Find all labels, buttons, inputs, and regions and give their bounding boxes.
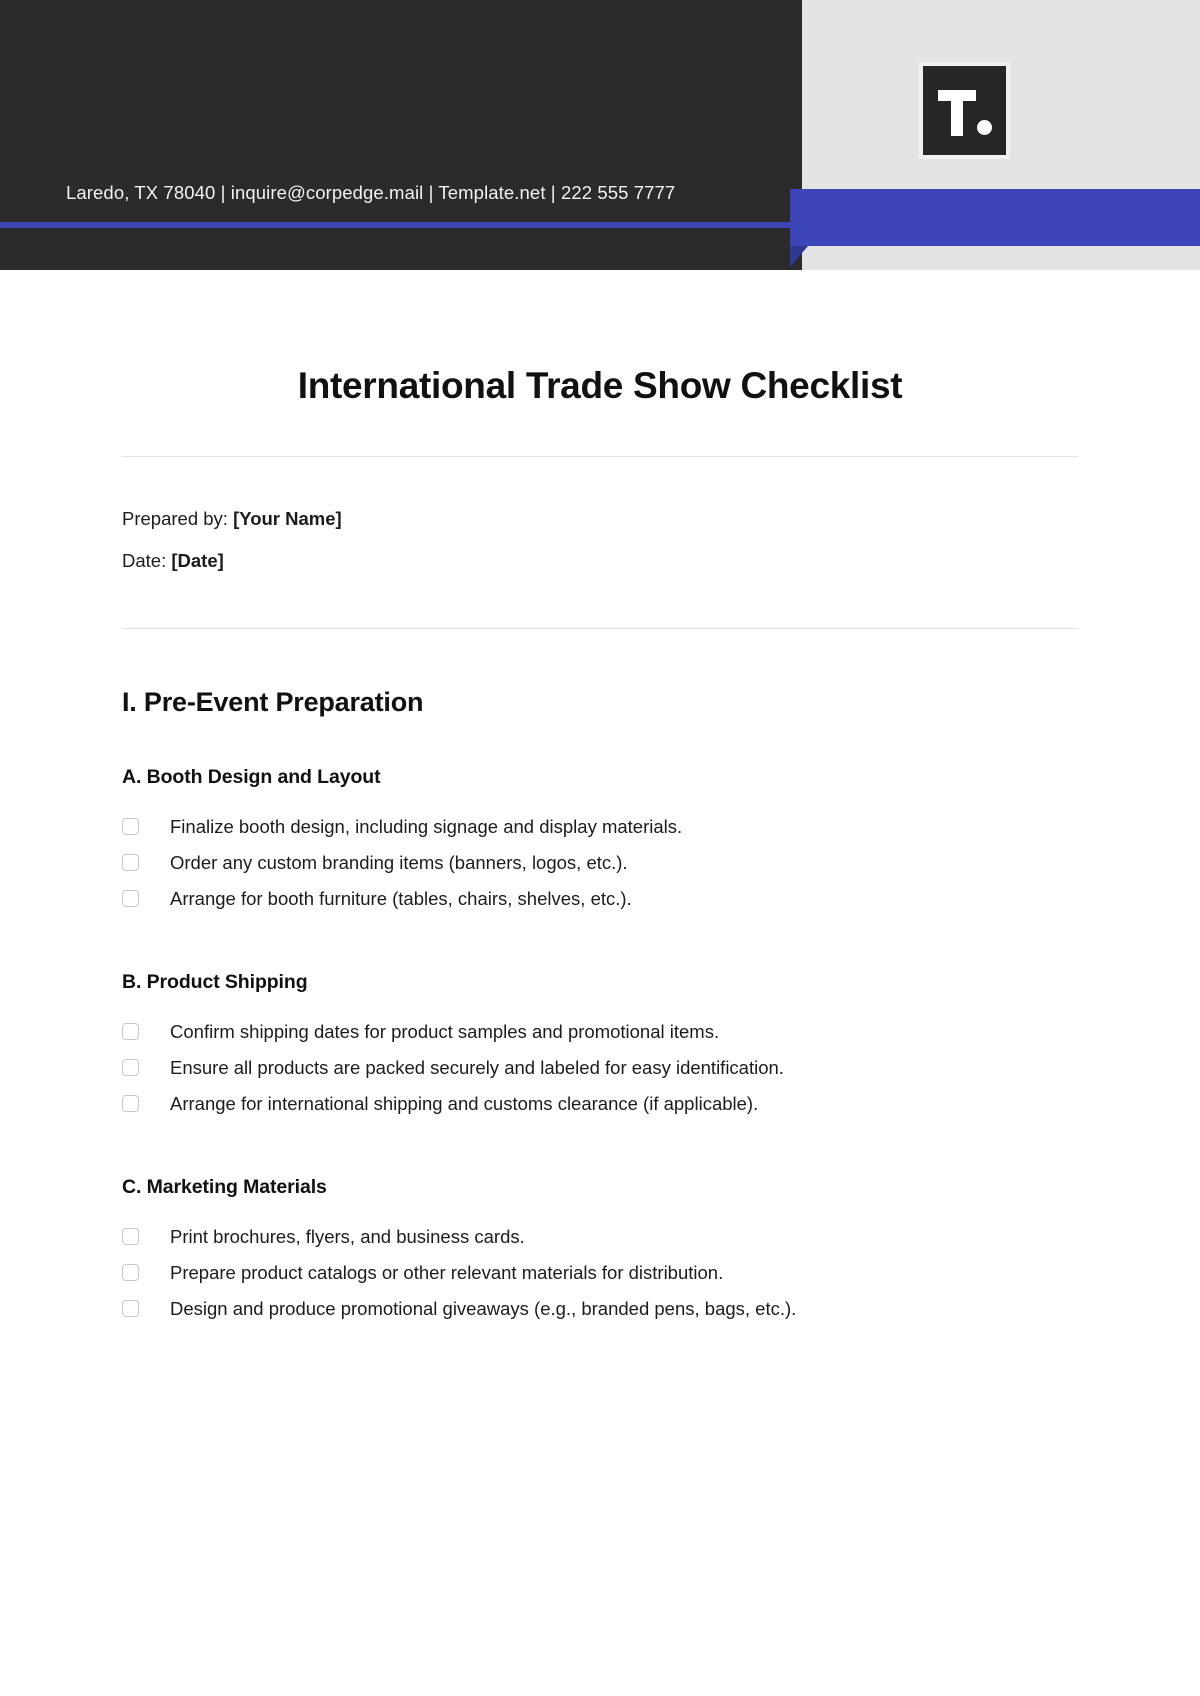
section-pre-event-preparation: I. Pre-Event Preparation A. Booth Design… [122,687,1078,1321]
meta-label-date: Date: [122,550,167,572]
checklist-item-label: Ensure all products are packed securely … [170,1057,784,1079]
subsection-marketing-materials: C. Marketing Materials Print brochures, … [122,1176,1078,1321]
subsection-heading: A. Booth Design and Layout [122,765,381,788]
checklist-item-label: Confirm shipping dates for product sampl… [170,1021,720,1043]
checklist-item[interactable]: Ensure all products are packed securely … [122,1056,1078,1080]
subsection-heading: B. Product Shipping [122,971,308,994]
checkbox-icon[interactable] [122,1023,139,1041]
checkbox-icon[interactable] [122,817,139,835]
checklist-item-label: Arrange for international shipping and c… [170,1093,759,1115]
checklist: Confirm shipping dates for product sampl… [122,1020,1078,1116]
checklist: Print brochures, flyers, and business ca… [122,1225,1078,1321]
checklist-item[interactable]: Design and produce promotional giveaways… [122,1297,1078,1321]
logo-icon [923,66,1006,155]
header-blue-rule [0,222,790,228]
document-meta: Prepared by: [Your Name] Date: [Date] [122,505,1078,576]
checklist-item-label: Print brochures, flyers, and business ca… [170,1226,525,1248]
checklist-item-label: Prepare product catalogs or other releva… [170,1262,724,1284]
brand-logo [919,62,1010,159]
checklist-item-label: Arrange for booth furniture (tables, cha… [170,887,632,909]
checkbox-icon[interactable] [122,889,139,907]
checkbox-icon[interactable] [122,1095,139,1113]
subsection-heading: C. Marketing Materials [122,1176,327,1199]
checklist-item-label: Order any custom branding items (banners… [170,851,628,873]
checklist-item[interactable]: Finalize booth design, including signage… [122,815,1078,839]
logo-letter-t-stem [951,90,963,136]
checklist-item[interactable]: Print brochures, flyers, and business ca… [122,1225,1078,1249]
checklist-item[interactable]: Arrange for international shipping and c… [122,1092,1078,1116]
page-title: International Trade Show Checklist [297,365,903,406]
checklist-item[interactable]: Arrange for booth furniture (tables, cha… [122,887,1078,911]
header-blue-bar [790,189,1200,246]
meta-row-date: Date: [Date] [122,547,1078,576]
subsection-product-shipping: B. Product Shipping Confirm shipping dat… [122,971,1078,1116]
checkbox-icon[interactable] [122,1059,139,1077]
logo-dot-icon [977,120,992,135]
checklist: Finalize booth design, including signage… [122,815,1078,911]
checkbox-icon[interactable] [122,1228,139,1246]
checklist-item-label: Design and produce promotional giveaways… [170,1298,797,1320]
checkbox-icon[interactable] [122,1300,139,1318]
checkbox-icon[interactable] [122,1264,139,1282]
subsection-booth-design-and-layout: A. Booth Design and Layout Finalize boot… [122,766,1078,911]
meta-row-prepared-by: Prepared by: [Your Name] [122,505,1078,534]
checklist-item[interactable]: Prepare product catalogs or other releva… [122,1261,1078,1285]
checklist-item[interactable]: Confirm shipping dates for product sampl… [122,1020,1078,1044]
meta-label-prepared-by: Prepared by: [122,507,228,529]
meta-value-prepared-by[interactable]: [Your Name] [233,508,342,529]
document-header: Laredo, TX 78040 | inquire@corpedge.mail… [0,0,1200,270]
document-body: International Trade Show Checklist Prepa… [0,365,1200,1321]
section-heading: I. Pre-Event Preparation [122,686,424,717]
meta-value-date[interactable]: [Date] [171,550,223,571]
title-divider [122,455,1078,457]
checklist-item[interactable]: Order any custom branding items (banners… [122,851,1078,875]
checklist-item-label: Finalize booth design, including signage… [170,815,683,837]
header-contact-line: Laredo, TX 78040 | inquire@corpedge.mail… [66,182,676,203]
checkbox-icon[interactable] [122,853,139,871]
meta-divider [122,627,1078,629]
header-dark-panel [0,0,802,270]
